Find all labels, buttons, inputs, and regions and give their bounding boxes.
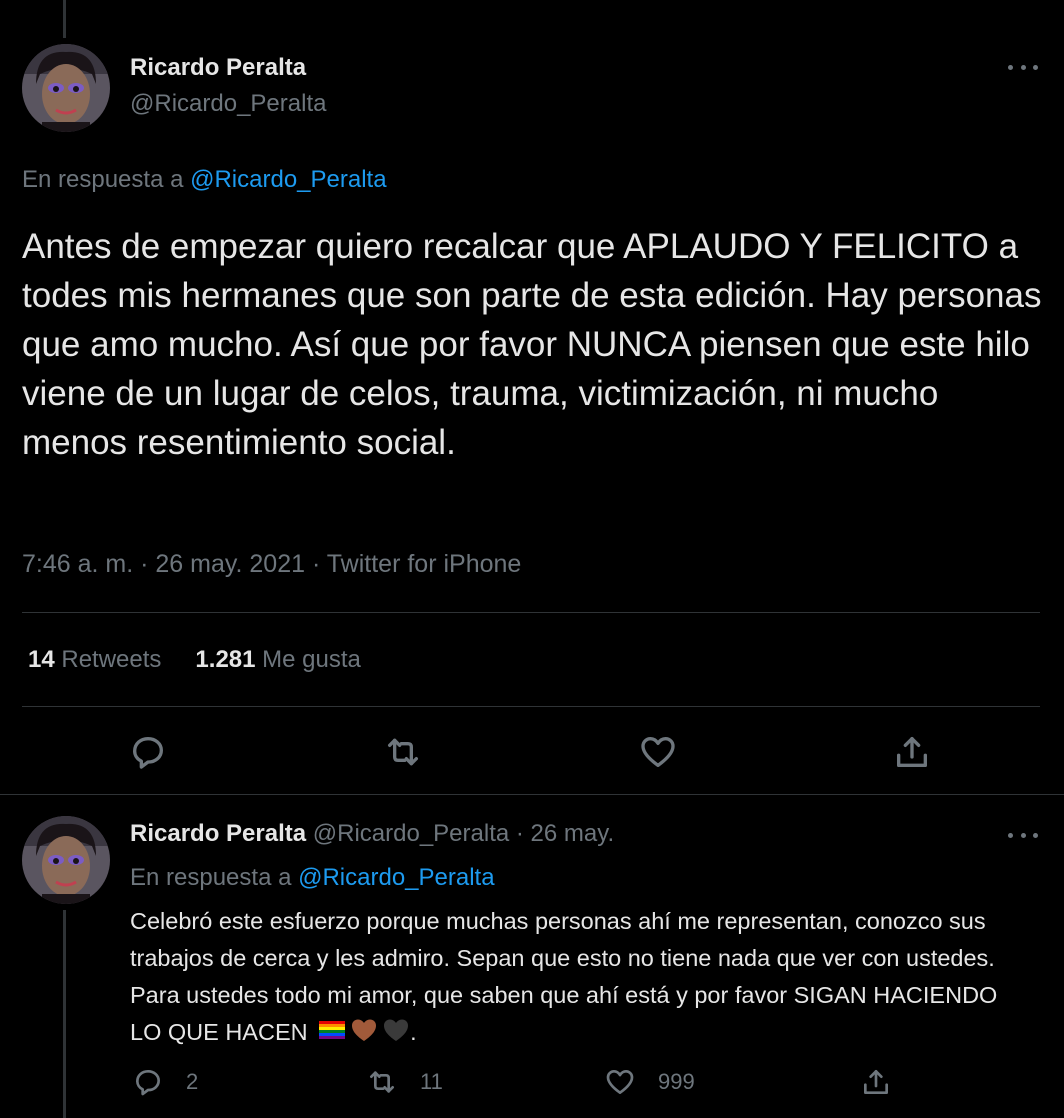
share-icon[interactable] <box>892 732 932 772</box>
separator-dot: · <box>515 820 524 847</box>
reply-icon[interactable] <box>128 732 168 772</box>
like-action[interactable]: 999 <box>604 1066 695 1098</box>
more-icon[interactable] <box>1008 60 1038 74</box>
author-handle[interactable]: @Ricardo_Peralta <box>130 90 326 118</box>
tweet-text: Antes de empezar quiero recalcar que APL… <box>22 227 1042 462</box>
reply-text-end: . <box>410 1019 417 1045</box>
likes-count: 1.281 <box>195 646 256 673</box>
author-name[interactable]: Ricardo Peralta <box>130 54 306 82</box>
tweet-timestamp[interactable]: 7:46 a. m. · 26 may. 2021 · Twitter for … <box>22 550 521 579</box>
reply-avatar[interactable] <box>22 816 110 904</box>
retweet-icon[interactable] <box>383 732 423 772</box>
retweet-icon[interactable] <box>366 1066 398 1098</box>
retweets-stat[interactable]: 14 Retweets <box>28 646 161 674</box>
reply-author-name[interactable]: Ricardo Peralta <box>130 820 306 847</box>
retweet-count: 11 <box>420 1069 443 1094</box>
retweet-action[interactable]: 11 <box>366 1066 443 1098</box>
reply-header: Ricardo Peralta @Ricardo_Peralta · 26 ma… <box>130 820 614 848</box>
reply-date[interactable]: 26 may. <box>531 820 615 847</box>
thread-line-top <box>63 0 66 38</box>
replying-to: En respuesta a @Ricardo_Peralta <box>130 864 495 892</box>
rainbow-flag-icon <box>319 1021 346 1039</box>
divider <box>22 612 1040 613</box>
thread-line-bottom <box>63 910 66 1118</box>
reply-count: 2 <box>186 1069 199 1094</box>
replying-to: En respuesta a @Ricardo_Peralta <box>22 166 387 194</box>
reply-action[interactable]: 2 <box>132 1066 198 1098</box>
more-icon[interactable] <box>1008 828 1038 842</box>
divider <box>0 794 1064 795</box>
replying-to-link[interactable]: @Ricardo_Peralta <box>298 864 494 891</box>
replying-prefix: En respuesta a <box>22 166 184 193</box>
likes-stat[interactable]: 1.281 Me gusta <box>195 646 360 674</box>
share-icon[interactable] <box>860 1066 892 1098</box>
reply-text-body: Celebró este esfuerzo porque muchas pers… <box>130 908 998 1045</box>
black-heart-icon <box>384 1019 409 1041</box>
reply-text: Celebró este esfuerzo porque muchas pers… <box>130 903 1030 1051</box>
heart-icon[interactable] <box>638 732 678 772</box>
reply-icon[interactable] <box>132 1066 164 1098</box>
likes-label: Me gusta <box>262 646 361 673</box>
reply-author-handle[interactable]: @Ricardo_Peralta <box>313 820 509 847</box>
brown-heart-icon <box>352 1019 377 1041</box>
retweets-label: Retweets <box>61 646 162 673</box>
share-action[interactable] <box>860 1066 892 1098</box>
replying-prefix: En respuesta a <box>130 864 292 891</box>
retweets-count: 14 <box>28 646 55 673</box>
replying-to-link[interactable]: @Ricardo_Peralta <box>190 166 386 193</box>
heart-icon[interactable] <box>604 1066 636 1098</box>
tweet-stats: 14 Retweets 1.281 Me gusta <box>28 646 361 674</box>
main-avatar[interactable] <box>22 44 110 132</box>
divider <box>22 706 1040 707</box>
like-count: 999 <box>658 1069 695 1094</box>
